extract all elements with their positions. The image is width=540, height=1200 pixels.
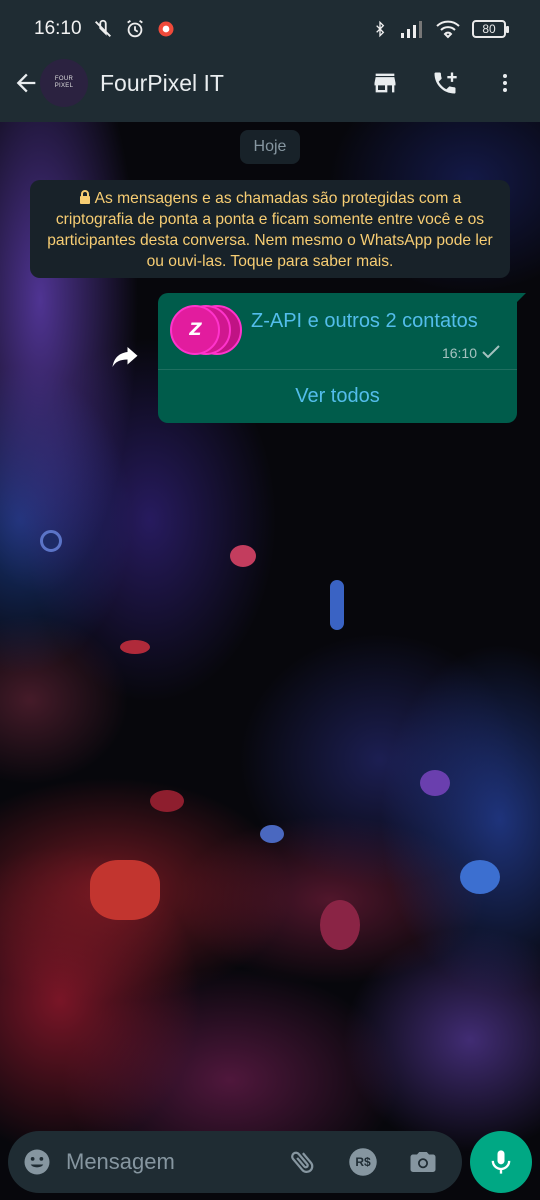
attach-icon <box>291 1151 314 1173</box>
outgoing-message-bubble[interactable]: Z Z-API e outros 2 contatos 16:10 Ver to… <box>158 293 526 423</box>
encryption-notice[interactable]: As mensagens e as chamadas são protegida… <box>30 180 510 278</box>
wallpaper-blob <box>260 825 284 843</box>
status-icons-right: 80 <box>372 18 509 40</box>
more-vert-icon <box>503 74 507 92</box>
contact-avatar[interactable]: FOUR PIXEL <box>40 59 88 107</box>
shared-contacts-avatars: Z <box>170 305 242 355</box>
bubble-tail <box>516 293 526 303</box>
wallpaper-blob <box>150 790 184 812</box>
status-time: 16:10 <box>34 18 82 39</box>
view-all-button[interactable]: Ver todos <box>158 370 517 423</box>
composer-actions: R$ <box>280 1139 446 1185</box>
add-call-icon <box>434 72 457 94</box>
payment-label: R$ <box>355 1155 371 1169</box>
wallpaper-blob <box>230 545 256 567</box>
emoji-button[interactable] <box>14 1139 60 1185</box>
status-bar: 16:10 80 <box>0 0 540 58</box>
attach-button[interactable] <box>280 1139 326 1185</box>
single-check-icon <box>482 345 500 359</box>
arrow-back-icon <box>16 73 36 93</box>
more-options-button[interactable] <box>484 62 526 104</box>
shared-contacts-title: Z-API e outros 2 contatos <box>251 310 478 332</box>
wifi-icon <box>436 20 460 39</box>
wallpaper-blob <box>40 530 62 552</box>
emoji-icon <box>24 1149 50 1175</box>
mute-icon <box>94 19 111 37</box>
signal-icon <box>401 21 422 38</box>
add-call-button[interactable] <box>424 62 466 104</box>
status-icons-left <box>92 18 176 40</box>
battery-icon: 80 <box>472 20 509 38</box>
zapi-logo-text: Z <box>189 320 201 340</box>
lock-icon <box>79 190 90 204</box>
message-time: 16:10 <box>441 345 477 361</box>
encryption-notice-text: As mensagens e as chamadas são protegida… <box>47 190 493 270</box>
message-input[interactable] <box>66 1149 266 1175</box>
wallpaper-blob <box>420 770 450 796</box>
voice-message-button[interactable] <box>470 1131 532 1193</box>
message-composer: R$ <box>8 1131 462 1193</box>
wallpaper-blob <box>460 860 500 894</box>
date-separator: Hoje <box>240 130 300 164</box>
payment-button[interactable]: R$ <box>340 1139 386 1185</box>
wallpaper-blob <box>90 860 160 920</box>
wallpaper-blob <box>320 900 360 950</box>
mic-icon <box>491 1150 511 1174</box>
bluetooth-icon <box>376 20 385 38</box>
camera-button[interactable] <box>400 1139 446 1185</box>
avatar-logo-text: FOUR PIXEL <box>54 76 74 89</box>
forward-button[interactable] <box>103 335 147 379</box>
forward-icon <box>112 347 138 367</box>
wallpaper-blob <box>330 580 344 630</box>
contact-avatar-zapi: Z <box>170 305 220 355</box>
store-button[interactable] <box>364 62 406 104</box>
header-actions <box>364 62 526 104</box>
alarm-icon <box>126 19 143 38</box>
record-icon <box>158 21 174 37</box>
wallpaper-blob <box>120 640 150 654</box>
camera-icon <box>410 1152 436 1172</box>
contact-name[interactable]: FourPixel IT <box>100 70 224 97</box>
store-icon <box>374 73 396 93</box>
